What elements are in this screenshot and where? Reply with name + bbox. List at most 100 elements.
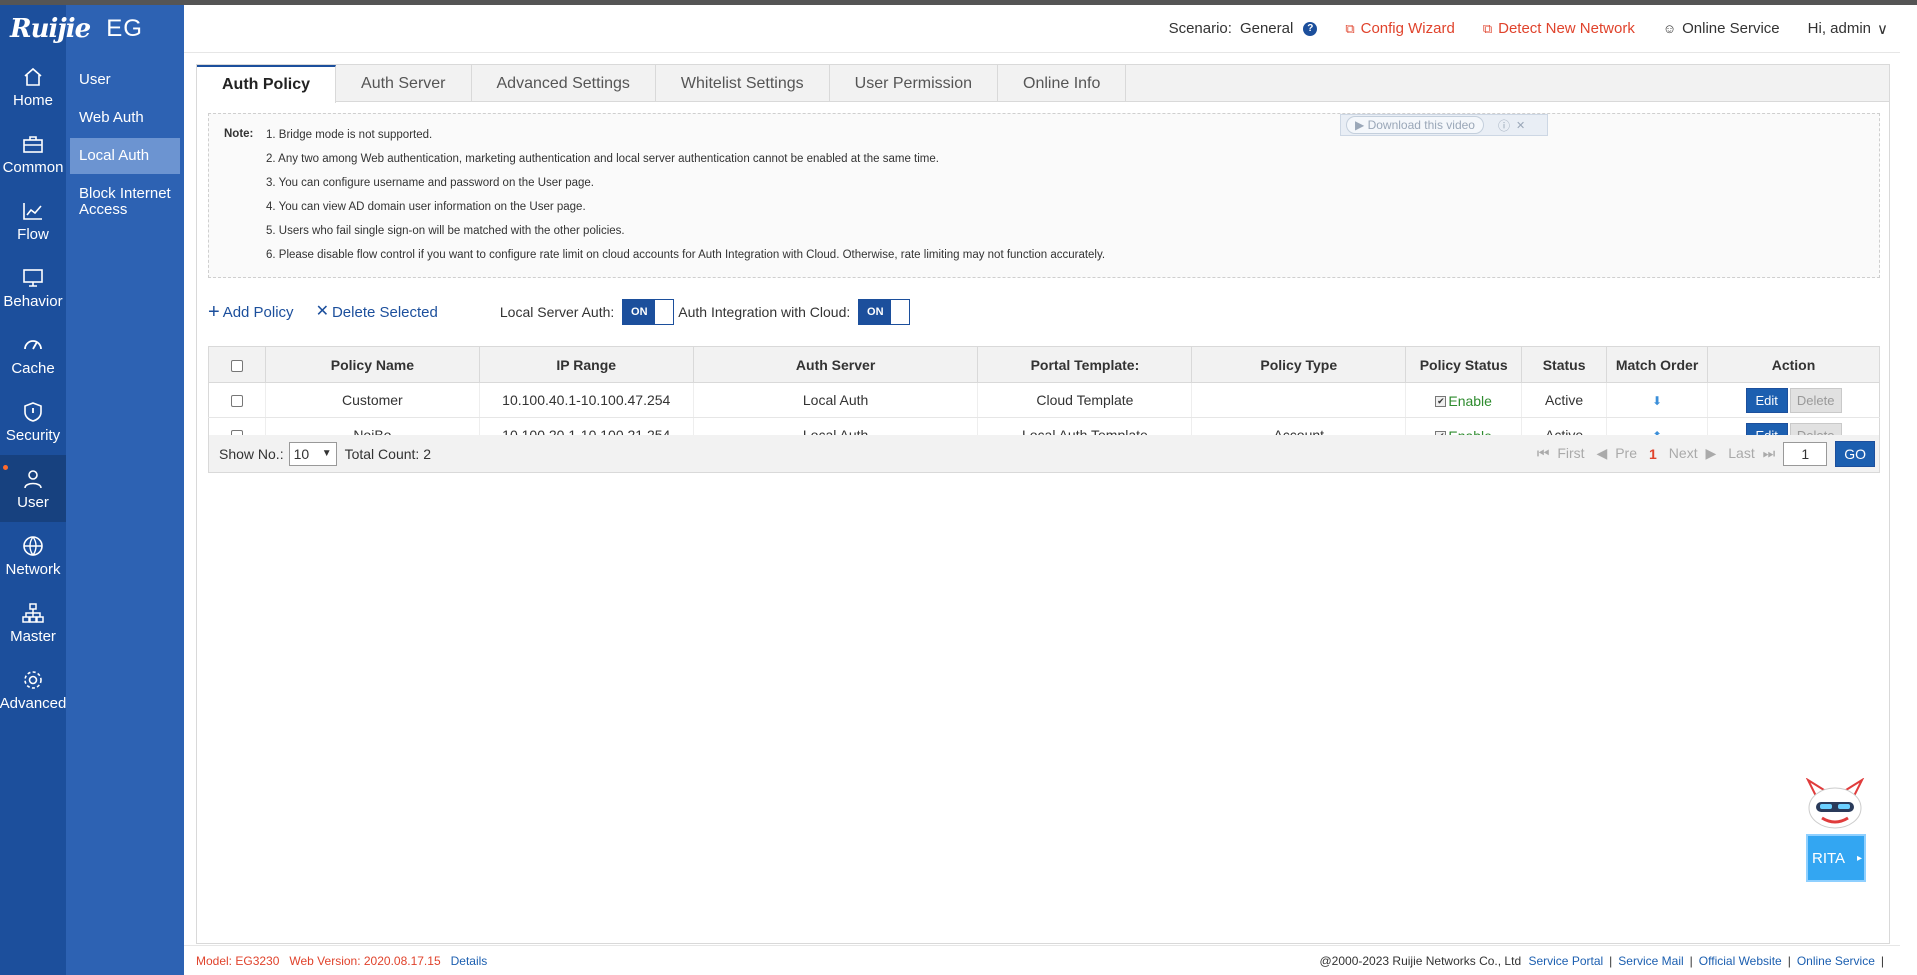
note-line: 5. Users who fail single sign-on will be… [266,225,625,237]
add-policy-button[interactable]: + Add Policy [208,302,294,322]
video-help-icon[interactable]: ⓘ [1498,117,1510,134]
table-row: Customer 10.100.40.1-10.100.47.254 Local A… [208,382,1880,418]
tab-advanced-settings[interactable]: Advanced Settings [472,65,656,102]
nav-item-security[interactable]: Security [0,388,66,455]
primary-nav-list: Home Common Flow Behavior Cache Security User N… [0,53,66,723]
secondary-nav-list: User Web Auth Local Auth Block Internet Acc… [66,60,184,230]
status: Active [1521,382,1607,418]
footer-link-online-service[interactable]: Online Service [1797,954,1875,968]
main-panel: Auth Policy Auth Server Advanced Settings W… [196,64,1890,944]
delete-selected-button[interactable]: ✕ Delete Selected [316,304,438,321]
delete-button[interactable]: Delete [1789,387,1842,413]
primary-nav: Home Common Flow Behavior Cache Security User N… [0,5,66,975]
detect-network-link[interactable]: ⧉ Detect New Network [1483,20,1635,37]
nav-item-master[interactable]: Master [0,589,66,656]
close-icon[interactable]: ✕ [1516,119,1525,132]
auth-cloud-toggle[interactable]: ON [858,299,911,325]
online-service-link[interactable]: ☺ Online Service [1663,20,1780,37]
model-info: Model: EG3230 [196,953,280,968]
chevron-down-icon: ∨ [1877,20,1888,38]
user-menu[interactable]: Hi, admin ∨ [1808,20,1888,38]
last-page-button[interactable]: Last ⏭ [1724,445,1775,462]
last-label: Last [1728,445,1755,461]
nav-item-label: Security [5,426,61,444]
pre-label: Pre [1615,445,1637,461]
edit-button[interactable]: Edit [1745,387,1788,413]
portal-template: Cloud Template [977,382,1192,418]
nav-item-common[interactable]: Common [0,120,66,187]
nav-item-behavior[interactable]: Behavior [0,254,66,321]
tab-user-permission[interactable]: User Permission [830,65,998,102]
subnav-item-local-auth[interactable]: Local Auth [70,138,180,174]
help-icon[interactable]: ? [1303,21,1318,36]
secondary-nav: User Web Auth Local Auth Block Internet Acc… [66,5,184,975]
rita-button[interactable]: RITA ▸ [1806,834,1866,882]
footer-links: @2000-2023 Ruijie Networks Co., Ltd Serv… [1320,954,1891,968]
row-checkbox[interactable] [230,395,243,408]
local-server-auth-toggle[interactable]: ON [622,299,675,325]
nav-item-user[interactable]: User [0,455,66,522]
nav-item-label: Advanced [0,694,67,712]
subnav-item-user[interactable]: User [70,62,180,98]
copyright: @2000-2023 Ruijie Networks Co., Ltd [1319,953,1522,968]
subnav-item-web-auth[interactable]: Web Auth [70,100,180,136]
auth-server: Local Auth [692,382,978,418]
rita-assistant[interactable]: RITA ▸ [1802,777,1868,886]
page-size-select[interactable]: 10 ▼ [288,441,337,466]
tab-auth-policy[interactable]: Auth Policy [197,65,337,103]
chevron-down-icon: ▼ [321,448,332,459]
select-all-checkbox[interactable] [230,359,243,372]
config-wizard-link[interactable]: ⧉ Config Wizard [1345,20,1455,37]
details-link[interactable]: Details [451,954,488,968]
footer-separator: | [1880,953,1884,968]
download-video-label: Download this video [1367,118,1475,132]
tab-auth-server[interactable]: Auth Server [336,65,472,102]
next-page-button[interactable]: Next ▶ [1665,445,1716,462]
wizard-icon: ⧉ [1345,20,1355,36]
logo: Ruijie EG [0,5,184,53]
nav-item-label: Network [5,560,61,578]
nav-item-advanced[interactable]: Advanced [0,656,66,723]
product-name: EG [106,15,143,42]
detect-network-label: Detect New Network [1498,20,1635,37]
tab-online-info[interactable]: Online Info [998,65,1127,102]
page-number-input[interactable]: 1 [1783,441,1828,466]
nav-item-flow[interactable]: Flow [0,187,66,254]
arrow-down-icon[interactable]: ⬇ [1652,394,1662,408]
prev-page-button[interactable]: ◀ Pre [1597,445,1641,462]
note-line: 1. Bridge mode is not supported. [266,129,433,141]
show-no-label: Show No.: [219,445,284,462]
nav-item-network[interactable]: Network [0,522,66,589]
download-video-bar: ▶ Download this video ⓘ ✕ [1340,114,1548,136]
check-icon: ✔ [1435,395,1447,407]
nav-item-cache[interactable]: Cache [0,321,66,388]
web-version: Web Version: 2020.08.17.15 [289,953,441,968]
download-video-button[interactable]: ▶ Download this video [1346,116,1484,134]
footer-link-service-portal[interactable]: Service Portal [1528,954,1603,968]
nav-item-home[interactable]: Home [0,53,66,120]
footer-link-service-mail[interactable]: Service Mail [1618,954,1683,968]
policy-status-toggle[interactable]: ✔Enable [1435,393,1492,409]
policy-type [1191,382,1406,418]
subnav-item-block-internet-access[interactable]: Block Internet Access [70,176,180,228]
column-header: Policy Status [1405,346,1523,383]
go-button[interactable]: GO [1835,440,1875,467]
nav-item-label: User [17,493,49,511]
active-dot [3,465,8,470]
pagination-bar: Show No.: 10 ▼ Total Count: 2 ⏮ First ◀ P… [208,435,1880,473]
first-label: First [1557,445,1585,461]
first-page-button[interactable]: ⏮ First [1537,445,1589,462]
nav-item-label: Cache [11,359,55,377]
gear-icon [24,670,42,689]
plus-icon: + [208,301,220,323]
gauge-icon [24,339,42,349]
footer-link-official-website[interactable]: Official Website [1699,954,1782,968]
note-box: Note: 1. Bridge mode is not supported. 2.… [208,113,1880,278]
brand-logo: Ruijie [10,14,91,44]
rita-label: RITA [1812,849,1846,867]
tab-whitelist-settings[interactable]: Whitelist Settings [656,65,830,102]
nav-item-label: Flow [17,225,49,243]
current-page: 1 [1649,445,1657,462]
note-line: 2. Any two among Web authentication, mar… [266,153,939,165]
tab-bar: Auth Policy Auth Server Advanced Settings W… [197,65,1889,103]
